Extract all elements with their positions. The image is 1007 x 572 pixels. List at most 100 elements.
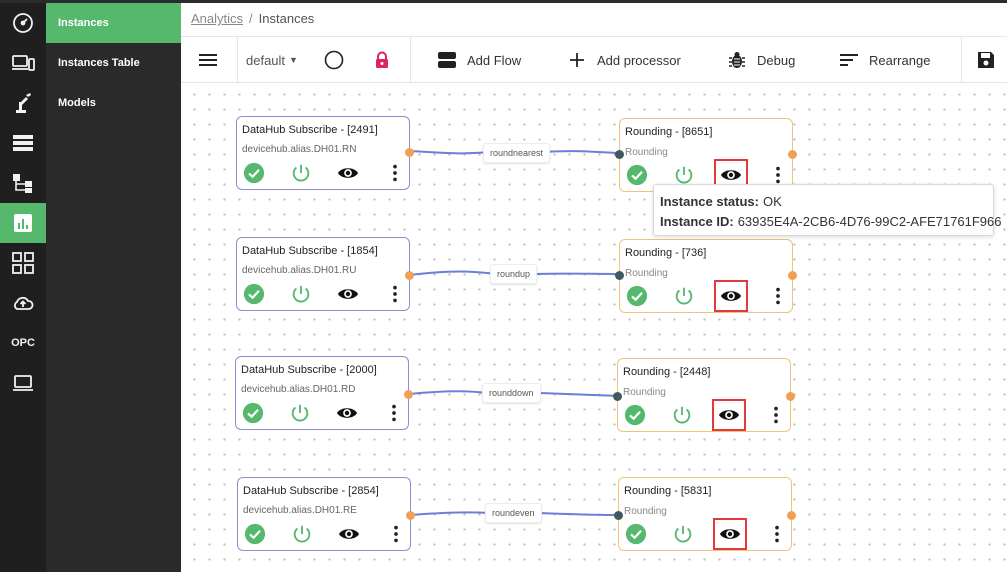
menu-button[interactable]	[198, 37, 218, 83]
rail-item-opc[interactable]: OPC	[0, 323, 46, 363]
output-port[interactable]	[405, 271, 414, 280]
rail-item-laptop[interactable]	[0, 363, 46, 403]
toolbar: default ▼ Add Flow Add processor Debug Re…	[181, 36, 1007, 83]
edge-label[interactable]: roundnearest	[483, 143, 551, 163]
power-toggle-button[interactable]	[289, 282, 313, 306]
status-ok-button[interactable]	[242, 282, 266, 306]
rounding-node[interactable]: Rounding - [736] Rounding	[615, 239, 797, 313]
output-port[interactable]	[786, 392, 795, 401]
status-ok-button[interactable]	[623, 403, 647, 427]
node-alias: devicehub.alias.DH01.RN	[242, 144, 357, 155]
rail-item-servers[interactable]	[0, 123, 46, 163]
input-port[interactable]	[615, 271, 624, 280]
rail-item-devices[interactable]	[0, 43, 46, 83]
power-toggle-button[interactable]	[290, 522, 314, 546]
plus-icon	[570, 53, 584, 67]
more-options-button[interactable]	[765, 522, 789, 546]
power-icon	[291, 404, 309, 422]
view-button[interactable]	[335, 401, 359, 425]
power-toggle-button[interactable]	[289, 161, 313, 185]
submenu-item-instances-table[interactable]: Instances Table	[46, 43, 181, 83]
output-port[interactable]	[788, 150, 797, 159]
power-toggle-button[interactable]	[671, 522, 695, 546]
datahub-subscribe-node[interactable]: DataHub Subscribe - [2854] devicehub.ali…	[237, 477, 415, 551]
node-alias: devicehub.alias.DH01.RD	[241, 384, 356, 395]
check-circle-icon	[244, 523, 266, 545]
status-ok-button[interactable]	[624, 522, 648, 546]
lock-button[interactable]	[372, 37, 392, 83]
add-processor-button[interactable]: Add processor	[567, 37, 681, 83]
node-title: DataHub Subscribe - [2854]	[243, 485, 379, 497]
power-icon	[673, 406, 691, 424]
save-button[interactable]	[976, 37, 996, 83]
output-port[interactable]	[788, 271, 797, 280]
more-options-button[interactable]	[383, 282, 407, 306]
server-list-icon	[13, 135, 33, 151]
more-vertical-icon	[393, 285, 397, 303]
power-toggle-button[interactable]	[672, 284, 696, 308]
view-button[interactable]	[337, 522, 361, 546]
rail-item-robot[interactable]	[0, 83, 46, 123]
rail-item-analytics[interactable]	[0, 203, 46, 243]
more-vertical-icon	[774, 406, 778, 424]
toolbar-divider	[237, 37, 238, 83]
node-title: Rounding - [5831]	[624, 485, 712, 497]
rail-item-flow[interactable]	[0, 163, 46, 203]
view-button[interactable]	[336, 282, 360, 306]
edge-label[interactable]: rounddown	[482, 383, 541, 403]
input-port[interactable]	[613, 392, 622, 401]
breadcrumb-analytics-link[interactable]: Analytics	[191, 11, 243, 26]
instance-tooltip: Instance status: OK Instance ID: 63935E4A-…	[653, 184, 1001, 236]
output-port[interactable]	[406, 511, 415, 520]
more-options-button[interactable]	[764, 403, 788, 427]
rounding-node[interactable]: Rounding - [8651] Rounding	[615, 118, 797, 192]
more-options-button[interactable]	[383, 161, 407, 185]
rail-item-dashboard[interactable]	[0, 3, 46, 43]
datahub-subscribe-node[interactable]: DataHub Subscribe - [2000] devicehub.ali…	[235, 356, 413, 430]
power-toggle-button[interactable]	[288, 401, 312, 425]
rail-item-cloud[interactable]	[0, 283, 46, 323]
debug-button[interactable]: Debug	[727, 37, 795, 83]
rail-item-apps[interactable]	[0, 243, 46, 283]
more-options-button[interactable]	[766, 284, 790, 308]
main-area: Analytics / Instances default ▼ Add Flow Ad…	[181, 3, 1007, 572]
dashboard-gauge-icon	[13, 13, 33, 33]
status-ok-button[interactable]	[243, 522, 267, 546]
edge-label[interactable]: roundup	[490, 264, 538, 284]
status-ok-button[interactable]	[241, 401, 265, 425]
input-port[interactable]	[615, 150, 624, 159]
view-button[interactable]	[336, 161, 360, 185]
rearrange-button[interactable]: Rearrange	[839, 37, 930, 83]
rounding-node[interactable]: Rounding - [2448] Rounding	[613, 358, 795, 432]
add-flow-button[interactable]: Add Flow	[437, 37, 521, 83]
submenu-item-models[interactable]: Models	[46, 83, 181, 123]
toolbar-divider	[410, 37, 411, 83]
more-options-button[interactable]	[382, 401, 406, 425]
input-port[interactable]	[614, 511, 623, 520]
status-ok-button[interactable]	[625, 163, 649, 187]
output-port[interactable]	[787, 511, 796, 520]
circle-outline-icon	[324, 50, 344, 70]
more-vertical-icon	[775, 525, 779, 543]
output-port[interactable]	[404, 390, 413, 399]
tooltip-status-row: Instance status: OK	[660, 191, 987, 211]
more-options-button[interactable]	[384, 522, 408, 546]
status-toggle-button[interactable]	[324, 37, 344, 83]
lock-icon	[376, 51, 388, 68]
flow-canvas[interactable]: DataHub Subscribe - [2491] devicehub.ali…	[181, 84, 1007, 572]
power-toggle-button[interactable]	[670, 403, 694, 427]
status-ok-button[interactable]	[625, 284, 649, 308]
rounding-node[interactable]: Rounding - [5831] Rounding	[614, 477, 796, 551]
submenu-item-instances[interactable]: Instances	[46, 3, 181, 43]
power-icon	[675, 166, 693, 184]
edge-label[interactable]: roundeven	[485, 503, 542, 523]
workspace-dropdown[interactable]: default ▼	[246, 37, 298, 83]
more-vertical-icon	[394, 525, 398, 543]
datahub-subscribe-node[interactable]: DataHub Subscribe - [1854] devicehub.ali…	[236, 237, 414, 311]
output-port[interactable]	[405, 148, 414, 157]
check-circle-icon	[626, 164, 648, 186]
node-type: Rounding	[625, 147, 668, 158]
status-ok-button[interactable]	[242, 161, 266, 185]
more-vertical-icon	[776, 166, 780, 184]
datahub-subscribe-node[interactable]: DataHub Subscribe - [2491] devicehub.ali…	[236, 116, 414, 190]
